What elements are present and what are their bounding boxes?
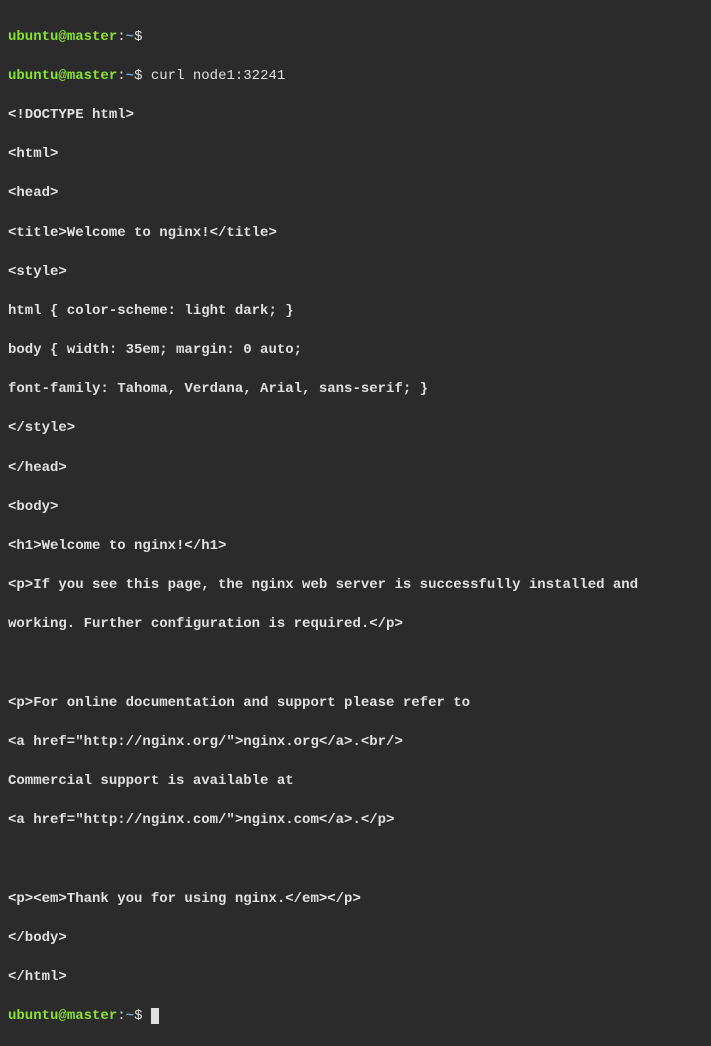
cursor-icon xyxy=(151,1008,159,1024)
output-line: </body> xyxy=(8,929,703,949)
output-line: <p>For online documentation and support … xyxy=(8,694,703,714)
prompt-colon: : xyxy=(117,1008,125,1024)
output-line: </style> xyxy=(8,419,703,439)
prompt-path: ~ xyxy=(126,1008,134,1024)
prompt-colon: : xyxy=(117,29,125,45)
output-line: <p>If you see this page, the nginx web s… xyxy=(8,576,703,596)
output-line: <html> xyxy=(8,145,703,165)
prompt-host: master xyxy=(67,29,117,45)
output-line: <p><em>Thank you for using nginx.</em></… xyxy=(8,890,703,910)
prompt-host: master xyxy=(67,68,117,84)
prompt-user: ubuntu xyxy=(8,29,58,45)
output-line: <body> xyxy=(8,498,703,518)
prompt-path: ~ xyxy=(126,29,134,45)
prompt-user: ubuntu xyxy=(8,68,58,84)
output-line: Commercial support is available at xyxy=(8,772,703,792)
prompt-colon: : xyxy=(117,68,125,84)
output-line: body { width: 35em; margin: 0 auto; xyxy=(8,341,703,361)
prompt-at: @ xyxy=(58,1008,66,1024)
output-line: <a href="http://nginx.org/">nginx.org</a… xyxy=(8,733,703,753)
prompt-user: ubuntu xyxy=(8,1008,58,1024)
output-line: <head> xyxy=(8,184,703,204)
prompt-dollar: $ xyxy=(134,29,142,45)
output-line: html { color-scheme: light dark; } xyxy=(8,302,703,322)
output-line: <a href="http://nginx.com/">nginx.com</a… xyxy=(8,811,703,831)
prompt-host: master xyxy=(67,1008,117,1024)
output-line: <h1>Welcome to nginx!</h1> xyxy=(8,537,703,557)
command-curl: curl node1:32241 xyxy=(142,68,285,84)
output-line: <style> xyxy=(8,263,703,283)
terminal[interactable]: ubuntu@master:~$ ubuntu@master:~$ curl n… xyxy=(8,8,703,1046)
prompt-line-3: ubuntu@master:~$ xyxy=(8,1007,703,1027)
output-line-blank xyxy=(8,851,703,871)
output-line: </head> xyxy=(8,459,703,479)
output-line: </html> xyxy=(8,968,703,988)
output-line: font-family: Tahoma, Verdana, Arial, san… xyxy=(8,380,703,400)
output-line: working. Further configuration is requir… xyxy=(8,615,703,635)
prompt-path: ~ xyxy=(126,68,134,84)
prompt-line-1: ubuntu@master:~$ xyxy=(8,28,703,48)
output-line: <title>Welcome to nginx!</title> xyxy=(8,224,703,244)
output-line: <!DOCTYPE html> xyxy=(8,106,703,126)
prompt-line-2: ubuntu@master:~$ curl node1:32241 xyxy=(8,67,703,87)
prompt-dollar: $ xyxy=(134,1008,142,1024)
prompt-at: @ xyxy=(58,68,66,84)
prompt-at: @ xyxy=(58,29,66,45)
output-line-blank xyxy=(8,655,703,675)
